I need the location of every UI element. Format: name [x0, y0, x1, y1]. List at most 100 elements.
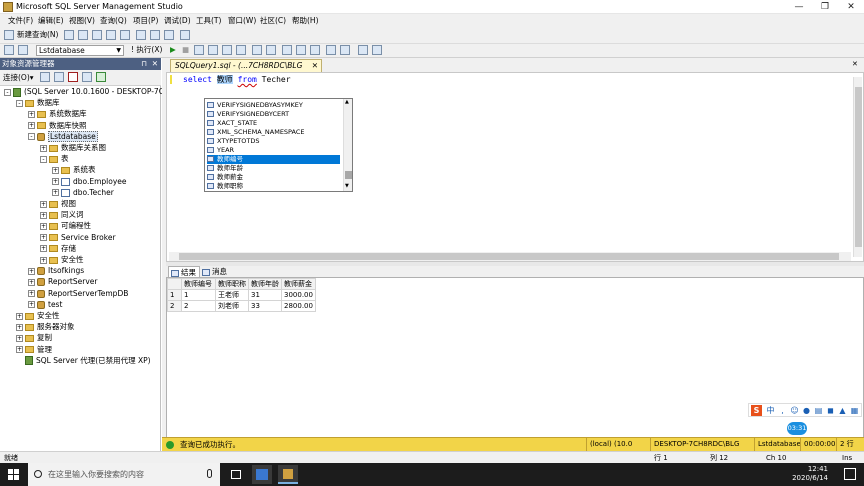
- windows-start-icon[interactable]: [8, 469, 19, 480]
- menu-file[interactable]: 文件(F): [6, 14, 35, 28]
- autocomplete-item[interactable]: 教师薪金: [207, 173, 340, 182]
- scroll-down-icon[interactable]: ▼: [345, 183, 349, 189]
- expand-icon[interactable]: +: [28, 301, 35, 309]
- expand-icon[interactable]: +: [16, 334, 23, 342]
- menu-window[interactable]: 窗口(W): [226, 14, 258, 28]
- column-header[interactable]: 教师编号: [181, 278, 216, 290]
- table-cell[interactable]: 33: [248, 300, 282, 312]
- uncomment-icon[interactable]: [340, 45, 350, 55]
- tree-item[interactable]: + test: [28, 299, 62, 310]
- editor-vertical-scrollbar[interactable]: [853, 77, 862, 257]
- tree-item[interactable]: + 视图: [40, 198, 76, 209]
- change-connection-icon[interactable]: [18, 45, 28, 55]
- cancel-query-button[interactable]: ■: [182, 44, 189, 56]
- collapse-icon[interactable]: -: [4, 88, 11, 96]
- autocomplete-item[interactable]: XTYPETOTDS: [207, 137, 340, 146]
- menu-view[interactable]: 视图(V): [67, 14, 97, 28]
- tab-sqlquery1[interactable]: SQLQuery1.sql - (...7CH8RDC\BLG (54))* ✕: [170, 59, 322, 82]
- tree-item[interactable]: + ReportServerTempDB: [28, 288, 128, 299]
- microphone-icon[interactable]: [207, 469, 212, 478]
- menu-tools[interactable]: 工具(T): [194, 14, 223, 28]
- autocomplete-item[interactable]: YEAR: [207, 146, 340, 155]
- execute-button[interactable]: ! 执行(X): [131, 44, 162, 56]
- autocomplete-list[interactable]: VERIFYSIGNEDBYASYMKEY VERIFYSIGNEDBYCERT X…: [204, 98, 353, 192]
- collapse-icon[interactable]: -: [28, 133, 35, 141]
- menu-edit[interactable]: 编辑(E): [36, 14, 66, 28]
- stop-icon[interactable]: [68, 72, 78, 82]
- expand-icon[interactable]: +: [16, 346, 23, 354]
- taskbar-ssms[interactable]: [278, 465, 298, 484]
- table-row[interactable]: 1 1 王老师 31 3000.00: [167, 289, 316, 301]
- activity-monitor-icon[interactable]: [180, 30, 190, 40]
- punctuation-icon[interactable]: ,: [778, 406, 787, 415]
- database-engine-query-icon[interactable]: [92, 30, 102, 40]
- tree-item[interactable]: + 安全性: [16, 310, 60, 321]
- expand-icon[interactable]: +: [40, 211, 47, 219]
- taskbar-app-store[interactable]: [252, 465, 272, 484]
- comment-icon[interactable]: [326, 45, 336, 55]
- menu-project[interactable]: 项目(P): [131, 14, 160, 28]
- tree-item[interactable]: + 存储: [40, 243, 76, 254]
- editor-hscroll-thumb[interactable]: [179, 253, 839, 260]
- expand-icon[interactable]: +: [28, 110, 35, 118]
- expand-icon[interactable]: +: [28, 122, 35, 130]
- ime-toolbar[interactable]: S 中 , ☺ ● ▤ ◼ ▲ ▦: [748, 403, 862, 417]
- column-header[interactable]: 教师年龄: [248, 278, 282, 290]
- expand-icon[interactable]: +: [52, 166, 59, 174]
- tree-item[interactable]: SQL Server 代理(已禁用代理 XP): [16, 355, 151, 366]
- tree-item[interactable]: + 同义词: [40, 209, 84, 220]
- open-file-icon[interactable]: [64, 30, 74, 40]
- new-query-button[interactable]: 新建查询(N): [17, 29, 58, 41]
- pin-icon[interactable]: ⊓: [141, 58, 147, 70]
- tree-item[interactable]: + Service Broker: [40, 232, 116, 243]
- sogou-logo-icon[interactable]: S: [751, 405, 762, 416]
- collapse-icon[interactable]: -: [40, 155, 47, 163]
- column-header[interactable]: 教师职称: [215, 278, 249, 290]
- expand-icon[interactable]: +: [28, 278, 35, 286]
- tree-item[interactable]: + 可编程性: [40, 220, 91, 231]
- tree-item[interactable]: + 系统数据库: [28, 108, 87, 119]
- table-cell[interactable]: 3000.00: [281, 289, 316, 301]
- tree-item[interactable]: + Itsofkings: [28, 265, 84, 276]
- connect-icon[interactable]: [4, 45, 14, 55]
- database-select[interactable]: Lstdatabase ▼: [36, 45, 124, 56]
- editor-vscroll-thumb[interactable]: [855, 87, 862, 247]
- tree-item[interactable]: + 复制: [16, 332, 52, 343]
- close-document-icon[interactable]: ✕: [852, 60, 858, 68]
- tree-item[interactable]: -表: [40, 153, 69, 164]
- close-icon[interactable]: ✕: [152, 58, 158, 70]
- minimize-button[interactable]: —: [786, 0, 812, 14]
- expand-icon[interactable]: +: [40, 144, 47, 152]
- expand-icon[interactable]: +: [52, 178, 59, 186]
- ime-language-toggle[interactable]: 中: [766, 406, 775, 415]
- table-cell[interactable]: 1: [181, 289, 216, 301]
- tree-item[interactable]: + dbo.Techer: [52, 187, 114, 198]
- menu-debug[interactable]: 调试(D): [162, 14, 193, 28]
- table-cell[interactable]: 刘老师: [215, 300, 249, 312]
- decrease-indent-icon[interactable]: [358, 45, 368, 55]
- connect-icon[interactable]: [40, 72, 50, 82]
- more-icon[interactable]: ▦: [850, 406, 859, 415]
- keyboard-icon[interactable]: ▤: [814, 406, 823, 415]
- filter-icon[interactable]: [82, 72, 92, 82]
- expand-icon[interactable]: +: [16, 323, 23, 331]
- results-to-file-icon[interactable]: [310, 45, 320, 55]
- results-to-text-icon[interactable]: [282, 45, 292, 55]
- emoji-icon[interactable]: ☺: [790, 406, 799, 415]
- toolbox-icon[interactable]: ▲: [838, 406, 847, 415]
- task-view-icon[interactable]: [226, 465, 246, 484]
- taskbar-search-box[interactable]: 在这里输入你要搜索的内容: [28, 463, 220, 486]
- table-row[interactable]: 2 2 刘老师 33 2800.00: [167, 300, 316, 312]
- tree-item[interactable]: - 数据库: [16, 97, 60, 108]
- expand-icon[interactable]: +: [16, 312, 23, 320]
- tab-results[interactable]: 结果: [168, 266, 200, 277]
- tree-item[interactable]: + 数据库快照: [28, 120, 87, 131]
- results-to-grid-icon[interactable]: [296, 45, 306, 55]
- column-header[interactable]: 教师薪金: [281, 278, 316, 290]
- tree-item[interactable]: - (SQL Server 10.0.1600 - DESKTOP-7CH8: [4, 86, 174, 97]
- query-designer-icon[interactable]: [222, 45, 232, 55]
- autocomplete-item[interactable]: XACT_STATE: [207, 119, 340, 128]
- tree-item[interactable]: + 安全性: [40, 254, 84, 265]
- autocomplete-scroll-thumb[interactable]: [345, 171, 352, 179]
- tree-item[interactable]: + dbo.Employee: [52, 176, 127, 187]
